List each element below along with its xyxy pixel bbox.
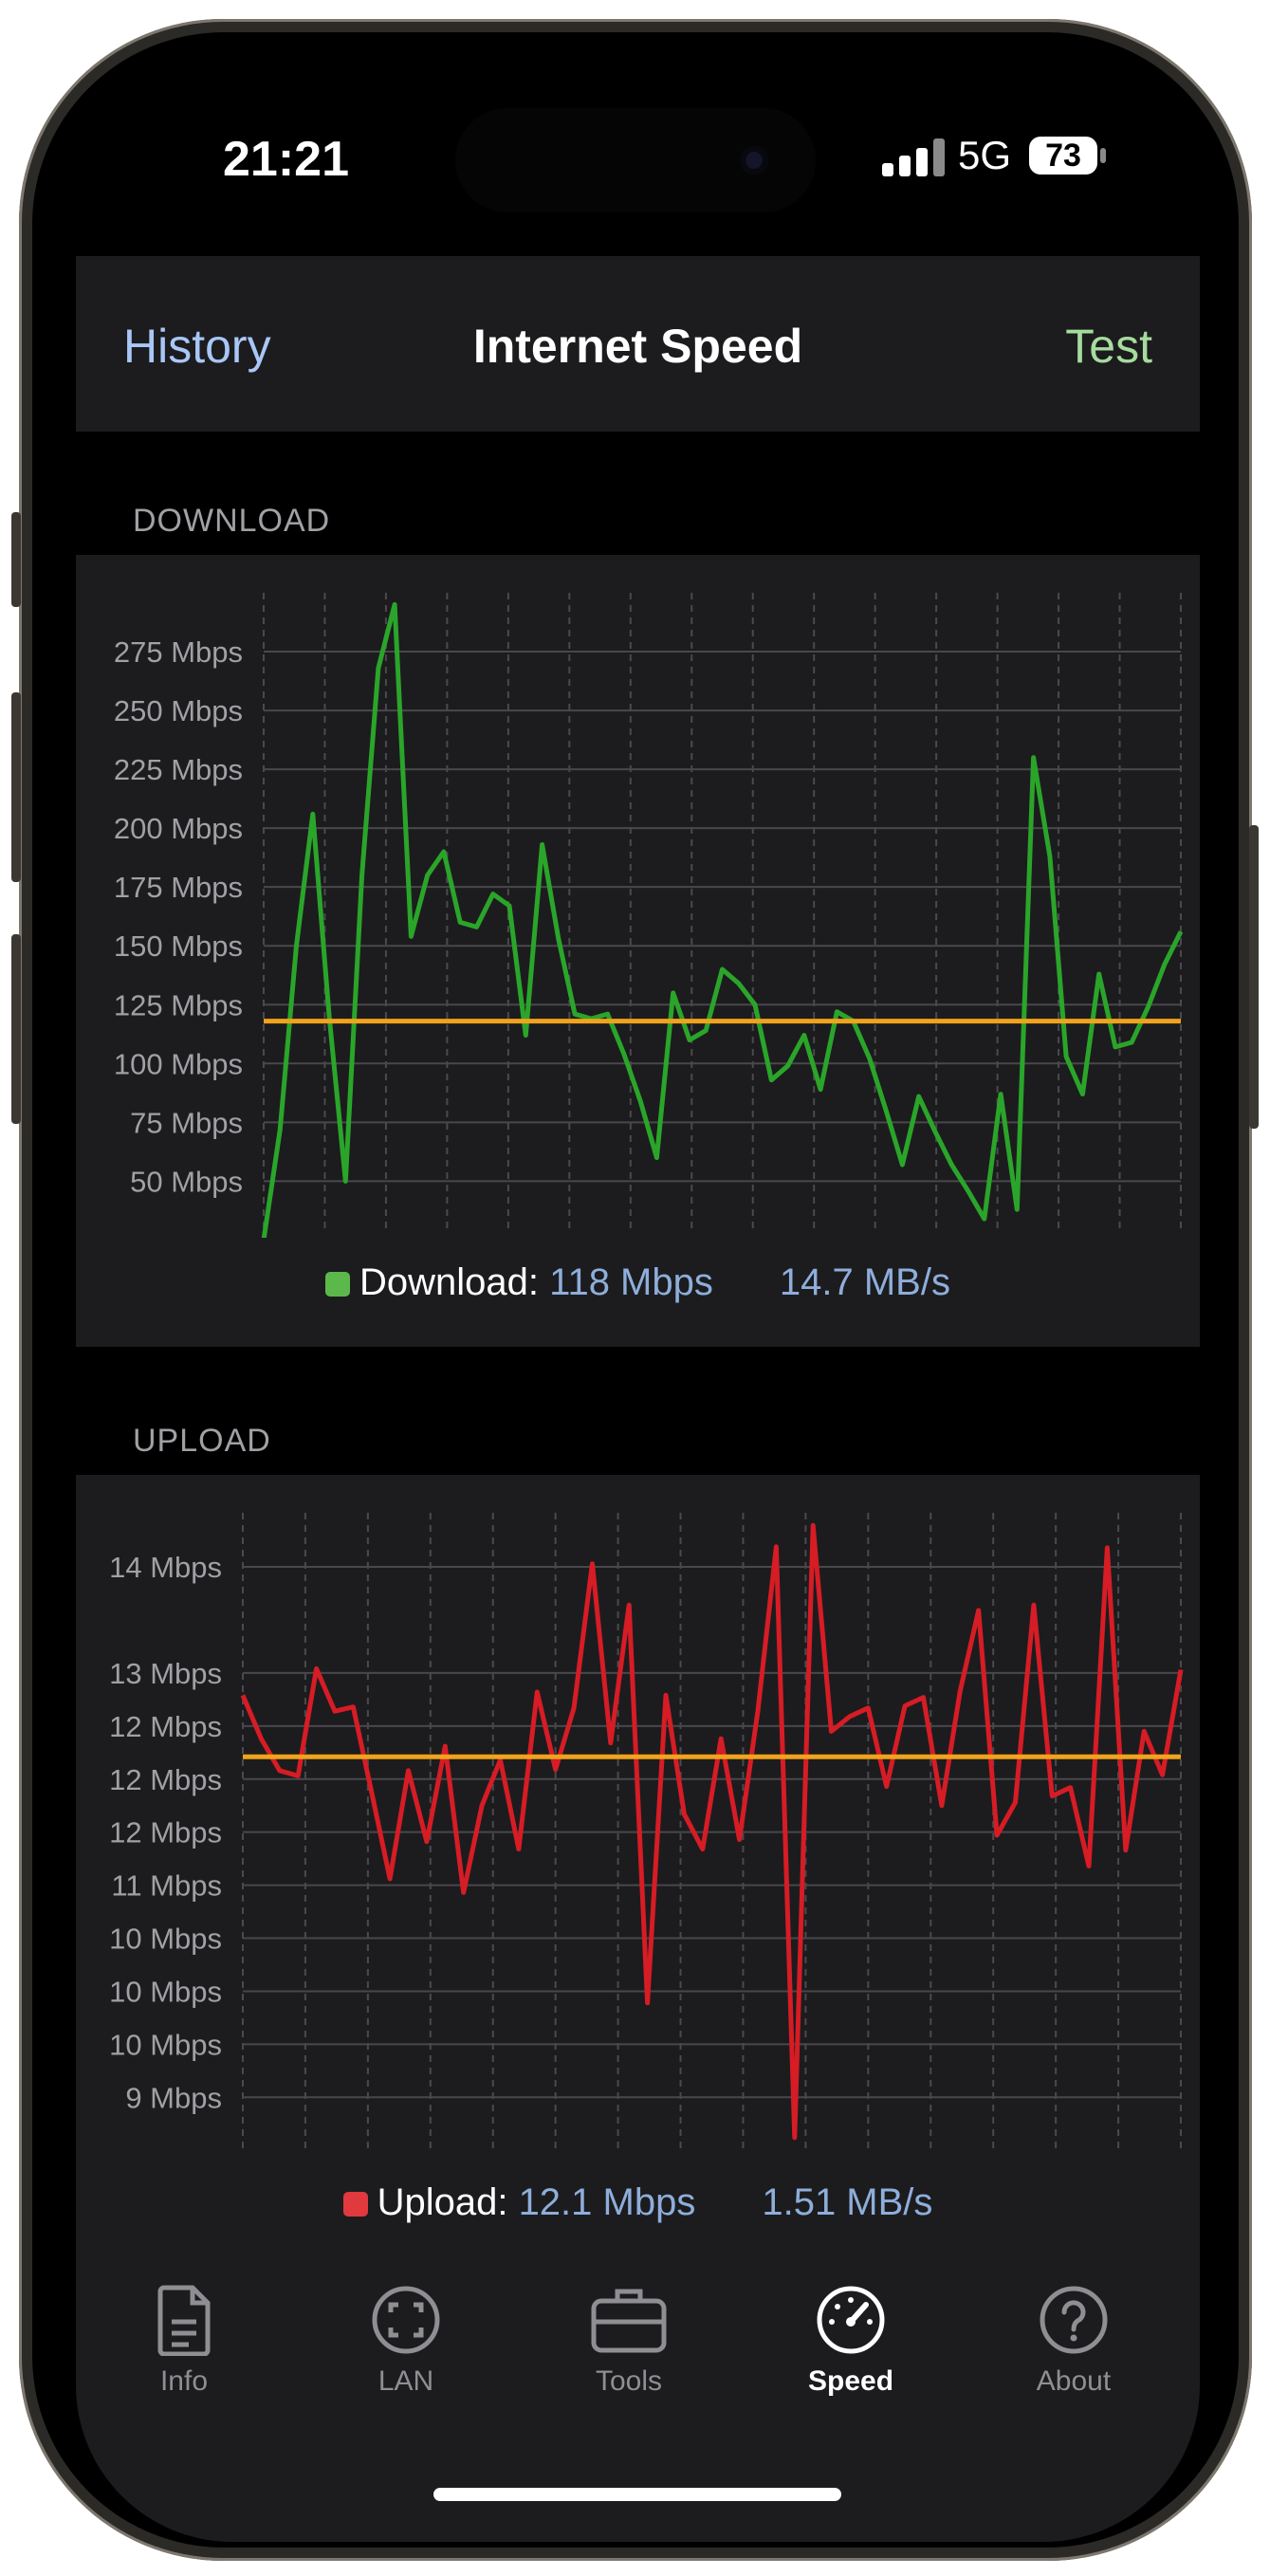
upload-y-tick-label: 12 Mbps bbox=[109, 1816, 222, 1849]
upload-swatch bbox=[342, 2192, 368, 2217]
download-y-tick-label: 75 Mbps bbox=[130, 1106, 243, 1139]
download-y-tick-label: 150 Mbps bbox=[114, 929, 243, 963]
upload-y-tick-label: 12 Mbps bbox=[109, 1763, 222, 1796]
upload-card: 9 Mbps 10 Mbps 10 Mbps 10 Mbps 11 Mbps 12 Mbp… bbox=[76, 1475, 1200, 2267]
battery-level: 73 bbox=[1045, 138, 1081, 174]
download-y-tick-label: 175 Mbps bbox=[114, 871, 243, 904]
download-swatch bbox=[325, 1272, 351, 1297]
home-indicator[interactable] bbox=[433, 2488, 841, 2501]
tab-about[interactable]: About bbox=[988, 2284, 1159, 2398]
download-y-tick-label: 200 Mbps bbox=[114, 812, 243, 845]
upload-y-tick-label: 9 Mbps bbox=[125, 2081, 222, 2114]
upload-rate: 12.1 Mbps bbox=[518, 2181, 696, 2223]
download-rate: 118 Mbps bbox=[549, 1261, 713, 1303]
power-button bbox=[1249, 825, 1259, 1129]
status-bar: 21:21 5G 73 bbox=[76, 76, 1200, 266]
test-button[interactable]: Test bbox=[1065, 319, 1152, 374]
tab-speed-label: Speed bbox=[807, 2365, 894, 2397]
upload-chart: 9 Mbps 10 Mbps 10 Mbps 10 Mbps 11 Mbps 12 Mbp… bbox=[109, 1513, 1184, 2148]
download-bytes: 14.7 MB/s bbox=[779, 1261, 950, 1303]
action-button bbox=[11, 512, 21, 607]
camera-icon bbox=[740, 146, 768, 175]
upload-y-tick-label: 10 Mbps bbox=[109, 1975, 222, 2008]
upload-legend-label: Upload: bbox=[377, 2181, 508, 2223]
download-section-label: DOWNLOAD bbox=[133, 503, 331, 539]
download-y-tick-label: 275 Mbps bbox=[114, 635, 243, 669]
upload-y-tick-label: 10 Mbps bbox=[109, 1923, 222, 1956]
download-y-tick-label: 50 Mbps bbox=[130, 1165, 243, 1198]
question-icon bbox=[1040, 2286, 1108, 2354]
download-y-tick-label: 100 Mbps bbox=[114, 1047, 243, 1080]
download-series-line bbox=[261, 601, 1184, 1238]
upload-legend: Upload: 12.1 Mbps 1.51 MB/s bbox=[76, 2181, 1200, 2224]
tab-tools-label: Tools bbox=[595, 2365, 663, 2397]
page-title: Internet Speed bbox=[472, 320, 803, 373]
tab-lan-label: LAN bbox=[377, 2365, 434, 2397]
upload-y-tick-label: 13 Mbps bbox=[109, 1657, 222, 1690]
tab-speed[interactable]: Speed bbox=[765, 2284, 936, 2398]
network-type: 5G bbox=[958, 133, 1012, 177]
download-y-tick-label: 225 Mbps bbox=[114, 753, 243, 786]
download-y-tick-label: 250 Mbps bbox=[114, 694, 243, 727]
tab-info-label: Info bbox=[159, 2365, 209, 2397]
volume-up-button bbox=[11, 692, 21, 882]
cellular-signal-icon bbox=[882, 138, 948, 176]
tab-lan[interactable]: LAN bbox=[321, 2284, 491, 2398]
upload-section-label: UPLOAD bbox=[133, 1423, 271, 1459]
navigation-bar: History Internet Speed Test bbox=[76, 256, 1200, 432]
upload-y-tick-label: 11 Mbps bbox=[111, 1869, 222, 1903]
download-card: 50 Mbps 75 Mbps 100 Mbps 125 Mbps 150 Mbps 17… bbox=[76, 555, 1200, 1347]
battery-tip bbox=[1100, 148, 1106, 163]
volume-down-button bbox=[11, 934, 21, 1124]
tab-tools[interactable]: Tools bbox=[543, 2284, 714, 2398]
upload-y-tick-label: 10 Mbps bbox=[109, 2028, 222, 2061]
upload-y-tick-label: 14 Mbps bbox=[109, 1551, 222, 1584]
status-time: 21:21 bbox=[223, 132, 349, 187]
battery-icon: 73 bbox=[1029, 137, 1097, 175]
document-icon bbox=[157, 2285, 211, 2356]
download-chart: 50 Mbps 75 Mbps 100 Mbps 125 Mbps 150 Mbps 17… bbox=[114, 593, 1184, 1238]
lan-icon bbox=[372, 2286, 440, 2354]
tab-about-label: About bbox=[1036, 2365, 1112, 2397]
app-screen: 21:21 5G 73 History Internet Speed Test … bbox=[76, 76, 1200, 2542]
tab-info[interactable]: Info bbox=[99, 2284, 269, 2398]
speedometer-icon bbox=[817, 2286, 885, 2354]
download-legend-label: Download: bbox=[359, 1261, 540, 1303]
upload-y-tick-label: 12 Mbps bbox=[109, 1710, 222, 1743]
download-legend: Download: 118 Mbps 14.7 MB/s bbox=[76, 1261, 1200, 1304]
toolbox-icon bbox=[591, 2289, 667, 2353]
download-y-tick-label: 125 Mbps bbox=[114, 988, 243, 1021]
upload-bytes: 1.51 MB/s bbox=[762, 2181, 933, 2223]
